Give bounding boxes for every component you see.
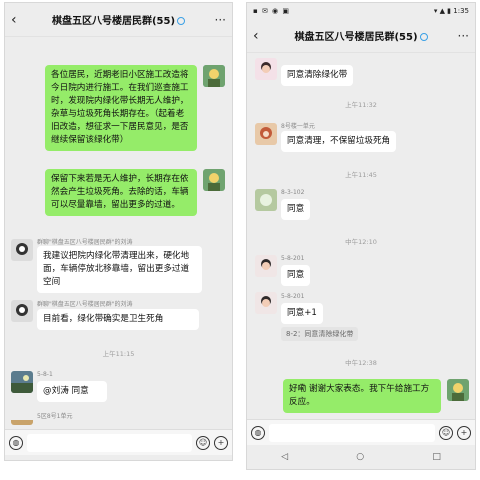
timestamp: 上午11:45 [345, 171, 377, 179]
avatar[interactable] [255, 123, 277, 145]
system-nav-bar: ◁ ○ □ [247, 449, 475, 465]
chat-bubble-outgoing[interactable]: 好嘞 谢谢大家表态。我下午给施工方反应。 [283, 379, 441, 413]
timestamp: 上午11:32 [345, 101, 377, 109]
avatar[interactable] [255, 189, 277, 211]
chat-bubble-incoming[interactable]: @刘涛 同意 [37, 381, 107, 402]
sender-name: 5-8-201 [281, 293, 305, 300]
avatar[interactable] [255, 292, 277, 314]
back-arrow-icon[interactable]: ‹ [11, 12, 27, 28]
chat-bubble-incoming[interactable]: 同意+1 [281, 303, 323, 324]
chat-header: ‹ 棋盘五区八号楼居民群(55) ··· [5, 3, 232, 37]
voice-icon[interactable]: ◍ [251, 425, 265, 440]
sender-name: 群聊"棋盘五区八号楼居民群"的刘涛 [37, 301, 133, 308]
timestamp: 中午12:38 [345, 359, 377, 367]
emoji-icon[interactable]: ☺ [439, 425, 453, 440]
chat-bubble-incoming[interactable]: 同意清理，不保留垃圾死角 [281, 131, 397, 152]
nav-home-icon[interactable]: ○ [356, 452, 364, 462]
plus-icon[interactable]: + [214, 435, 228, 450]
message-input[interactable] [27, 433, 192, 452]
timestamp: 中午12:10 [345, 238, 377, 246]
avatar[interactable] [11, 239, 33, 261]
chat-bubble-incoming[interactable]: 目前看，绿化带确实是卫生死角 [37, 309, 199, 330]
message-input[interactable] [269, 423, 435, 442]
nav-back-icon[interactable]: ◁ [281, 452, 288, 462]
chat-bubble-incoming[interactable]: 同意 [281, 265, 311, 286]
chat-bubble-outgoing[interactable]: 各位居民，近期老旧小区施工改造将今日院内进行施工。在我们巡查施工时，发现院内绿化… [45, 65, 197, 151]
chat-bubble-incoming[interactable]: 同意清除绿化带 [281, 65, 354, 86]
chat-title: 棋盘五区八号楼居民群(55) [269, 28, 453, 43]
chat-bubble-incoming[interactable]: 同意 [281, 199, 311, 220]
emoji-icon[interactable]: ☺ [196, 435, 210, 450]
chat-bubble-outgoing[interactable]: 保留下来若是无人维护，长期存在依然会产生垃圾死角。去除的话，车辆可以尽量靠墙，留… [45, 169, 197, 216]
avatar[interactable] [203, 169, 225, 191]
sender-name: 5-8-1 [37, 371, 53, 378]
avatar[interactable] [447, 379, 469, 401]
sender-name: 5区8号1单元 [37, 413, 73, 420]
sender-name: 8号楼一单元 [281, 123, 315, 130]
nav-recents-icon[interactable]: □ [432, 452, 441, 462]
sender-name: 群聊"棋盘五区八号楼居民群"的刘涛 [37, 239, 133, 246]
chat-title: 棋盘五区八号楼居民群(55) [27, 12, 210, 27]
more-options-icon[interactable]: ··· [453, 29, 469, 43]
avatar[interactable] [255, 58, 277, 80]
avatar[interactable] [11, 371, 33, 393]
status-bar: ▪ ✉ ◉ ▣ ▾ ▲ ▮ 1:35 [247, 3, 475, 19]
avatar[interactable] [11, 415, 33, 425]
sender-name: 8-3-102 [281, 189, 305, 196]
message-input-bar: ◍ ☺ + [5, 429, 232, 455]
chat-bubble-incoming[interactable]: 我建议把院内绿化带清理出来，硬化地面，车辆停放北移靠墙，留出更多过道空间 [37, 246, 202, 293]
avatar[interactable] [255, 255, 277, 277]
message-input-bar: ◍ ☺ + [247, 419, 475, 445]
timestamp: 上午11:15 [102, 350, 135, 358]
group-badge-icon [419, 33, 428, 41]
left-chat-screenshot: ‹ 棋盘五区八号楼居民群(55) ··· 各位居民，近期老旧小区施工改造将今日院… [4, 2, 233, 461]
group-badge-icon [177, 17, 186, 25]
avatar[interactable] [203, 65, 225, 87]
back-arrow-icon[interactable]: ‹ [253, 28, 269, 44]
voice-icon[interactable]: ◍ [9, 435, 23, 450]
chat-header: ‹ 棋盘五区八号楼居民群(55) ··· [247, 19, 475, 53]
more-options-icon[interactable]: ··· [210, 13, 226, 27]
avatar[interactable] [11, 300, 33, 322]
sender-name: 5-8-201 [281, 255, 305, 262]
right-chat-screenshot: ▪ ✉ ◉ ▣ ▾ ▲ ▮ 1:35 ‹ 棋盘五区八号楼居民群(55) ··· … [246, 2, 476, 470]
status-time: ▾ ▲ ▮ 1:35 [433, 7, 469, 15]
plus-icon[interactable]: + [457, 425, 471, 440]
quoted-message[interactable]: 8-2：同意清除绿化带 [281, 327, 359, 341]
notification-icons: ▪ ✉ ◉ ▣ [253, 7, 291, 15]
